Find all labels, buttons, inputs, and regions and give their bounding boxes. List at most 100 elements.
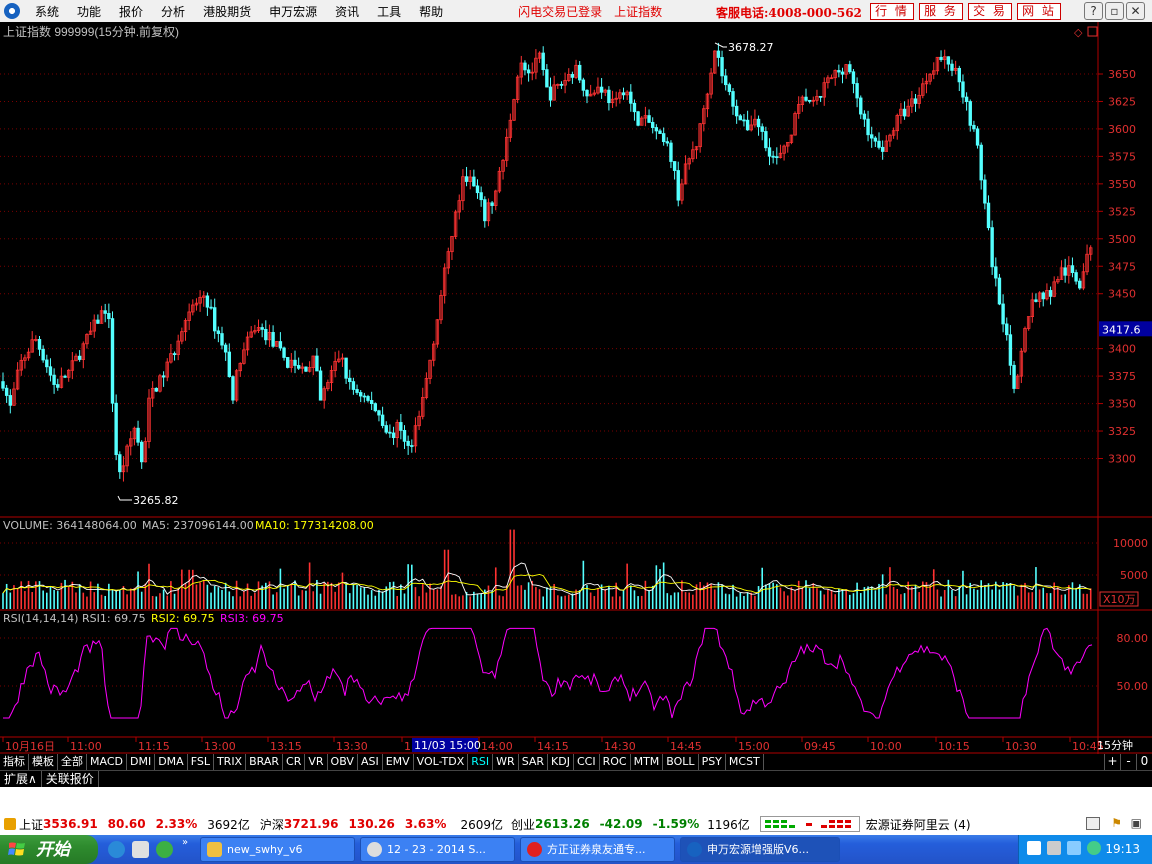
message-icon[interactable] (1086, 817, 1100, 830)
indicator-tab-模板[interactable]: 模板 (29, 754, 58, 770)
candle-body (212, 307, 217, 332)
candle-body (990, 227, 994, 268)
candle-body (318, 370, 323, 401)
menu-quote[interactable]: 报价 (110, 3, 152, 20)
time-label: 14:30 (604, 740, 636, 753)
diamond-icon: ◇ (1074, 26, 1083, 39)
lock-icon[interactable]: ▣ (1131, 816, 1142, 830)
website-button[interactable]: 网 站 (1017, 3, 1061, 20)
indicator-tab-cr[interactable]: CR (283, 754, 306, 770)
cy-label[interactable]: 创业 (511, 816, 535, 833)
price-tick-label: 3375 (1108, 370, 1136, 383)
hs-label[interactable]: 沪深 (260, 816, 284, 833)
start-button[interactable]: 开始 (0, 835, 98, 864)
swhy-icon (687, 842, 702, 857)
candle-body (716, 50, 721, 58)
menu-help[interactable]: 帮助 (410, 3, 452, 20)
sh-change: 80.60 (107, 817, 146, 831)
ie-icon[interactable] (108, 841, 125, 858)
task-fangzheng[interactable]: 方正证券泉友通专... (520, 837, 675, 862)
menu-swhy[interactable]: 申万宏源 (260, 3, 326, 20)
rsi-tick-label: 80.00 (1117, 632, 1149, 645)
menu-tools[interactable]: 工具 (368, 3, 410, 20)
restore-window-icon[interactable]: ▫ (1105, 2, 1124, 20)
close-icon[interactable]: ✕ (1126, 2, 1145, 20)
candle-body (734, 105, 739, 117)
indicator-tab-boll[interactable]: BOLL (663, 754, 699, 770)
menu-analysis[interactable]: 分析 (152, 3, 194, 20)
indicator-tab-brar[interactable]: BRAR (246, 754, 284, 770)
trade-button[interactable]: 交 易 (968, 3, 1012, 20)
indicator-tab-fsl[interactable]: FSL (188, 754, 214, 770)
service-button[interactable]: 服 务 (919, 3, 963, 20)
candle-body (570, 74, 575, 78)
candle-body (957, 67, 961, 83)
quotes-button[interactable]: 行 情 (870, 3, 914, 20)
tray-shield-icon[interactable] (1087, 841, 1101, 855)
indicator-tab-dmi[interactable]: DMI (127, 754, 156, 770)
candle-body (223, 344, 228, 353)
menu-hk-futures[interactable]: 港股期货 (194, 3, 260, 20)
index-notice[interactable]: 上证指数 (608, 3, 668, 20)
broker-server[interactable]: 宏源证券阿里云 (4) (866, 816, 971, 833)
system-tray: 19:13 (1018, 835, 1152, 864)
zoom-out-button[interactable]: - (1120, 754, 1136, 770)
chart-area[interactable]: 3650 3625 3600 3575 3550 3525 3500 3475 3450 3400… (0, 22, 1152, 754)
candle-body (818, 95, 823, 98)
cy-amount: 1196亿 (707, 817, 750, 832)
indicator-tab-rsi[interactable]: RSI (468, 754, 494, 770)
candle-body (859, 97, 863, 115)
zoom-in-button[interactable]: + (1104, 754, 1120, 770)
candle-body (986, 202, 991, 229)
reset-button[interactable]: 0 (1136, 754, 1152, 770)
volume-ma10: MA10: 177314208.00 (255, 519, 374, 532)
app-logo-icon (4, 3, 20, 19)
cy-change: -42.09 (599, 817, 643, 831)
tray-volume-icon[interactable] (1067, 841, 1081, 855)
menu-system[interactable]: 系统 (26, 3, 68, 20)
extension-panel (0, 787, 1152, 813)
task-swhy[interactable]: 申万宏源增强版V6... (680, 837, 840, 862)
candle-body (8, 395, 12, 406)
indicator-tab-emv[interactable]: EMV (383, 754, 414, 770)
tray-network-icon[interactable] (1047, 841, 1061, 855)
trade-login-notice[interactable]: 闪电交易已登录 (512, 3, 608, 20)
sh-label[interactable]: 上证 (19, 816, 43, 833)
low-marker (117, 495, 132, 501)
indicator-tab-指标[interactable]: 指标 (0, 754, 29, 770)
candle-body (96, 319, 100, 324)
indicator-tab-dma[interactable]: DMA (155, 754, 188, 770)
tray-keyboard-icon[interactable] (1027, 841, 1041, 855)
indicator-tab-vr[interactable]: VR (305, 754, 328, 770)
indicator-tab-mtm[interactable]: MTM (631, 754, 664, 770)
indicator-tab-roc[interactable]: ROC (600, 754, 631, 770)
indicator-tab-sar[interactable]: SAR (519, 754, 549, 770)
related-quote-tab[interactable]: 关联报价 (42, 771, 99, 787)
indicator-tab-asi[interactable]: ASI (358, 754, 383, 770)
indicator-tab-全部[interactable]: 全部 (58, 754, 87, 770)
menu-function[interactable]: 功能 (68, 3, 110, 20)
indicator-tab-kdj[interactable]: KDJ (548, 754, 574, 770)
candle-body (983, 179, 987, 204)
more-icon[interactable]: » (182, 837, 188, 848)
expand-tab[interactable]: 扩展∧ (0, 771, 42, 787)
desktop-icon[interactable] (132, 841, 149, 858)
task-app-2[interactable]: 12 - 23 - 2014 S... (360, 837, 515, 862)
browser-icon[interactable] (156, 841, 173, 858)
help-icon[interactable]: ? (1084, 2, 1103, 20)
signal-icon[interactable]: ⚑ (1111, 816, 1122, 830)
indicator-tab-mcst[interactable]: MCST (726, 754, 764, 770)
candle-body (760, 126, 764, 132)
indicator-tab-psy[interactable]: PSY (699, 754, 726, 770)
candle-body (964, 96, 969, 102)
task-folder[interactable]: new_swhy_v6 (200, 837, 355, 862)
indicator-tab-macd[interactable]: MACD (87, 754, 127, 770)
candle-body (972, 124, 976, 130)
menu-news[interactable]: 资讯 (326, 3, 368, 20)
indicator-tab-trix[interactable]: TRIX (214, 754, 247, 770)
indicator-tab-obv[interactable]: OBV (328, 754, 358, 770)
indicator-tab-vol-tdx[interactable]: VOL-TDX (414, 754, 469, 770)
price-tick-label: 3575 (1108, 150, 1136, 163)
indicator-tab-wr[interactable]: WR (493, 754, 519, 770)
indicator-tab-cci[interactable]: CCI (574, 754, 600, 770)
